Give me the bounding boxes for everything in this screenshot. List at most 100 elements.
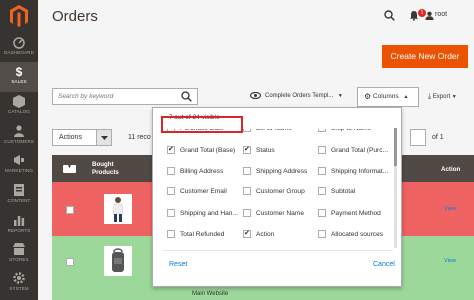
column-option-customer-name[interactable]: Customer Name: [243, 209, 304, 221]
mass-select-checkbox[interactable]: ▼: [63, 164, 76, 173]
table-row[interactable]: Main Website: [52, 290, 474, 300]
sidebar-item-catalog[interactable]: CATALOG: [0, 92, 38, 122]
column-checkbox[interactable]: [167, 187, 175, 195]
row-checkbox[interactable]: [66, 206, 74, 214]
column-option-label: Customer Name: [256, 210, 305, 217]
sidebar-item-marketing[interactable]: MARKETING: [0, 151, 38, 181]
sidebar-item-label: CONTENT: [7, 198, 31, 203]
column-option-billing-address[interactable]: Billing Address: [167, 167, 223, 179]
column-checkbox[interactable]: [167, 145, 175, 154]
svg-text:$: $: [16, 65, 23, 78]
dollar-icon: $: [16, 65, 23, 78]
view-link[interactable]: View: [444, 206, 456, 212]
search-input[interactable]: [53, 89, 173, 104]
sidebar-item-sales[interactable]: $ SALES: [0, 62, 38, 92]
column-option-shipping-informat[interactable]: Shipping Informat...: [318, 167, 388, 179]
sidebar-item-label: CATALOG: [8, 109, 30, 114]
purchase-point-cell: Main Website: [192, 291, 229, 297]
column-checkbox[interactable]: [167, 167, 175, 175]
column-checkbox[interactable]: [167, 209, 175, 217]
column-option-ship-to-name[interactable]: Ship-to Name: [318, 129, 371, 136]
view-switcher[interactable]: Complete Orders Templ... ▼: [249, 91, 343, 100]
coupon-code-highlight: [161, 116, 243, 133]
sidebar-item-label: MARKETING: [4, 168, 34, 173]
column-option-grand-total-purc[interactable]: Grand Total (Purc...: [318, 146, 388, 158]
megaphone-icon: [14, 155, 24, 165]
column-option-customer-email[interactable]: Customer Email: [167, 187, 227, 199]
eye-icon: [249, 91, 262, 100]
column-option-label: Payment Method: [331, 210, 381, 217]
row-checkbox[interactable]: [66, 258, 74, 266]
content-icon: [14, 184, 24, 196]
column-checkbox[interactable]: [318, 129, 326, 132]
dropdown-scrollbar[interactable]: [394, 128, 397, 248]
column-option-label: Subtotal: [331, 188, 356, 195]
chevron-up-icon: ▲: [403, 94, 409, 100]
export-button[interactable]: ⤓ Export ▼: [428, 93, 457, 101]
keyword-search: [52, 88, 198, 105]
column-option-grand-total-base[interactable]: Grand Total (Base): [167, 145, 235, 158]
reset-button[interactable]: Reset: [169, 261, 187, 268]
records-count: 11 reco: [128, 134, 151, 141]
column-option-label: Billing Address: [180, 168, 224, 175]
sidebar-item-label: SALES: [11, 79, 27, 84]
column-option-bill-to-name[interactable]: Bill-to Name: [243, 129, 292, 136]
sidebar-item-customers[interactable]: CUSTOMERS: [0, 122, 38, 152]
cancel-button[interactable]: Cancel: [373, 261, 395, 268]
product-thumbnail: [104, 246, 132, 276]
columns-options-list: Purchase DateBill-to NameShip-to NameGra…: [167, 129, 389, 247]
magento-logo[interactable]: [9, 4, 29, 28]
user-name[interactable]: root: [435, 11, 447, 18]
bar-chart-icon: [14, 216, 25, 226]
column-checkbox[interactable]: [243, 167, 251, 175]
column-checkbox[interactable]: [243, 229, 251, 238]
columns-button[interactable]: ⚙ Columns ▲: [357, 87, 419, 107]
column-checkbox[interactable]: [318, 146, 326, 154]
product-thumbnail: [104, 194, 132, 224]
sidebar-item-label: SYSTEM: [9, 286, 29, 291]
column-option-label: Status: [256, 147, 275, 154]
column-checkbox[interactable]: [318, 209, 326, 217]
column-option-status[interactable]: Status: [243, 145, 275, 158]
box-icon: [13, 95, 25, 108]
column-checkbox[interactable]: [243, 129, 251, 132]
column-checkbox[interactable]: [243, 209, 251, 217]
column-option-total-refunded[interactable]: Total Refunded: [167, 230, 224, 242]
column-option-subtotal[interactable]: Subtotal: [318, 187, 355, 199]
column-option-label: Shipping Address: [256, 168, 308, 175]
create-new-order-button[interactable]: Create New Order: [382, 45, 468, 68]
page-title: Orders: [52, 8, 98, 25]
column-checkbox[interactable]: [318, 187, 326, 195]
column-checkbox[interactable]: [243, 145, 251, 154]
search-icon[interactable]: [181, 91, 192, 102]
column-checkbox[interactable]: [167, 230, 175, 238]
column-option-action[interactable]: Action: [243, 229, 275, 242]
column-option-allocated-sources[interactable]: Allocated sources: [318, 230, 383, 242]
actions-select[interactable]: Actions: [52, 129, 112, 146]
column-option-label: Action: [256, 231, 275, 238]
column-option-label: Shipping Informat...: [331, 168, 389, 175]
user-icon[interactable]: [425, 11, 434, 20]
view-link[interactable]: View: [444, 258, 456, 264]
column-header-action[interactable]: Action: [441, 166, 460, 174]
columns-dropdown: 7 out of 24 visible Purchase DateBill-to…: [152, 107, 402, 287]
column-checkbox[interactable]: [243, 187, 251, 195]
column-option-payment-method[interactable]: Payment Method: [318, 209, 381, 221]
column-option-shipping-and-han[interactable]: Shipping and Han...: [167, 209, 238, 221]
sidebar-item-reports[interactable]: REPORTS: [0, 211, 38, 241]
chevron-down-icon: ▼: [337, 93, 343, 100]
column-header-bought-products[interactable]: Bought Products: [92, 161, 128, 177]
column-checkbox[interactable]: [318, 167, 326, 175]
sidebar-item-content[interactable]: CONTENT: [0, 181, 38, 211]
column-option-customer-group[interactable]: Customer Group: [243, 187, 305, 199]
search-icon[interactable]: [384, 10, 395, 21]
sidebar-item-system[interactable]: SYSTEM: [0, 269, 38, 299]
sidebar-item-stores[interactable]: STORES: [0, 240, 38, 270]
actions-label: Actions: [59, 134, 82, 141]
page-input[interactable]: [410, 129, 426, 146]
column-option-shipping-address[interactable]: Shipping Address: [243, 167, 307, 179]
sidebar-item-dashboard[interactable]: DASHBOARD: [0, 33, 38, 63]
column-checkbox[interactable]: [318, 230, 326, 238]
columns-label: Columns: [372, 93, 399, 100]
column-option-label: Customer Email: [180, 188, 227, 195]
